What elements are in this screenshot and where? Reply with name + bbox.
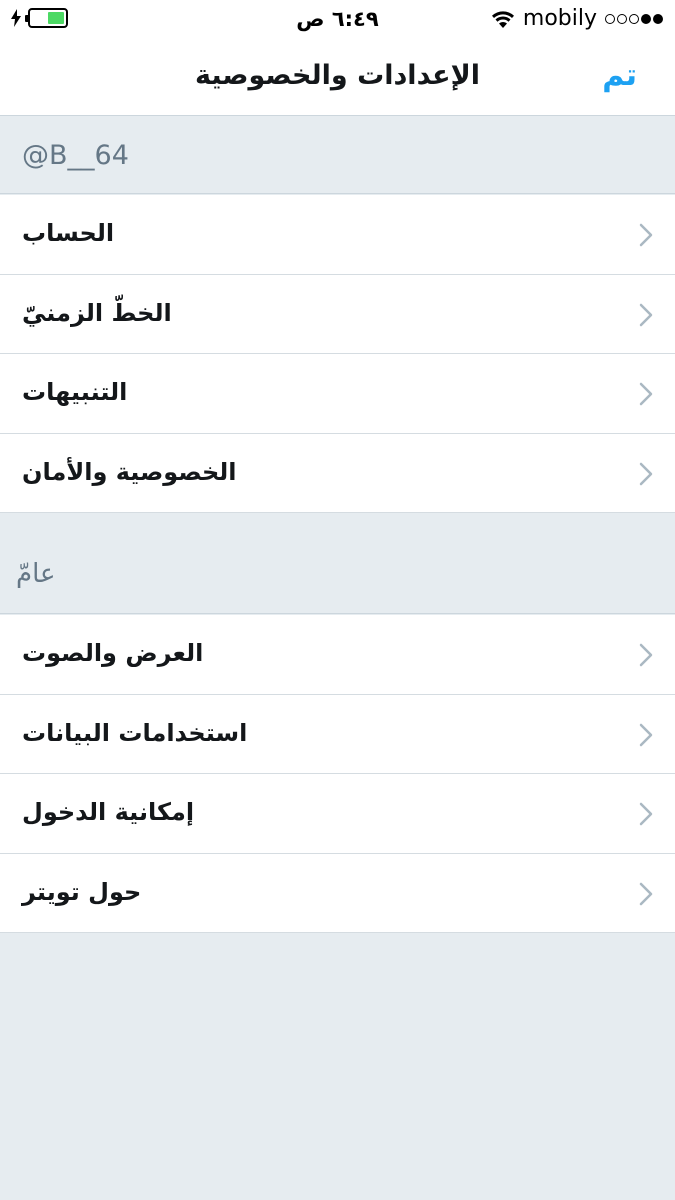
general-settings-list: العرض والصوت استخدامات البيانات إمكانية …: [0, 615, 675, 933]
signal-dot: [653, 13, 663, 24]
chevron-right-icon: [639, 723, 653, 746]
settings-screen: ٦:٤٩ ص mobily الإعدادات والخصوصية تم @B_…: [0, 0, 675, 1200]
signal-dot: [641, 13, 651, 24]
settings-item-account[interactable]: الحساب: [0, 195, 675, 275]
settings-item-label: العرض والصوت: [22, 639, 204, 667]
settings-item-accessibility[interactable]: إمكانية الدخول: [0, 774, 675, 854]
chevron-right-icon: [639, 382, 653, 406]
chevron-right-icon: [639, 802, 653, 826]
carrier-name: mobily: [522, 6, 597, 31]
settings-item-data-usage[interactable]: استخدامات البيانات: [0, 695, 675, 774]
settings-item-label: استخدامات البيانات: [22, 718, 248, 747]
status-right: mobily: [491, 6, 663, 31]
settings-item-label: إمكانية الدخول: [22, 798, 195, 826]
general-section-header: عامّ: [0, 513, 675, 614]
settings-item-privacy-safety[interactable]: الخصوصية والأمان: [0, 434, 675, 513]
chevron-right-icon: [639, 462, 653, 485]
account-section-header: @B__64: [0, 116, 675, 194]
done-button[interactable]: تم: [602, 58, 637, 93]
signal-dot: [629, 13, 639, 24]
wifi-icon: [491, 10, 514, 28]
chevron-right-icon: [639, 882, 653, 905]
settings-item-label: التنبيهات: [22, 378, 128, 406]
navigation-bar: الإعدادات والخصوصية تم: [0, 38, 675, 116]
chevron-right-icon: [639, 643, 653, 667]
signal-dot: [617, 13, 627, 24]
signal-dot: [605, 13, 615, 24]
general-section-title: عامّ: [16, 559, 56, 589]
settings-item-notifications[interactable]: التنبيهات: [0, 354, 675, 434]
status-bar: ٦:٤٩ ص mobily: [0, 0, 675, 38]
chevron-right-icon: [639, 223, 653, 247]
page-title: الإعدادات والخصوصية: [195, 60, 480, 91]
settings-item-timeline[interactable]: الخطّ الزمنيّ: [0, 275, 675, 354]
settings-item-about-twitter[interactable]: حول تويتر: [0, 854, 675, 933]
settings-item-label: الحساب: [22, 219, 115, 247]
settings-item-label: الخطّ الزمنيّ: [22, 298, 172, 327]
chevron-right-icon: [639, 303, 653, 326]
settings-item-display-sound[interactable]: العرض والصوت: [0, 615, 675, 695]
account-settings-list: الحساب الخطّ الزمنيّ التنبيهات الخصوصية …: [0, 195, 675, 513]
settings-item-label: حول تويتر: [22, 877, 142, 906]
account-handle: @B__64: [22, 140, 129, 171]
signal-strength-icon: [605, 13, 663, 24]
settings-item-label: الخصوصية والأمان: [22, 457, 237, 486]
